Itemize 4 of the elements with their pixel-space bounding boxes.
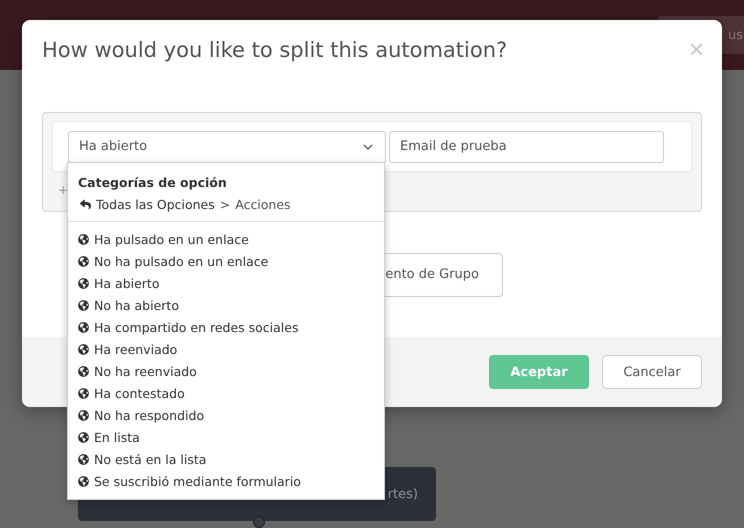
- dropdown-heading: Categorías de opción: [78, 175, 228, 190]
- breadcrumb-current: Acciones: [235, 197, 291, 212]
- breadcrumb-separator: >: [220, 197, 230, 212]
- dialog-title: How would you like to split this automation?: [42, 38, 508, 62]
